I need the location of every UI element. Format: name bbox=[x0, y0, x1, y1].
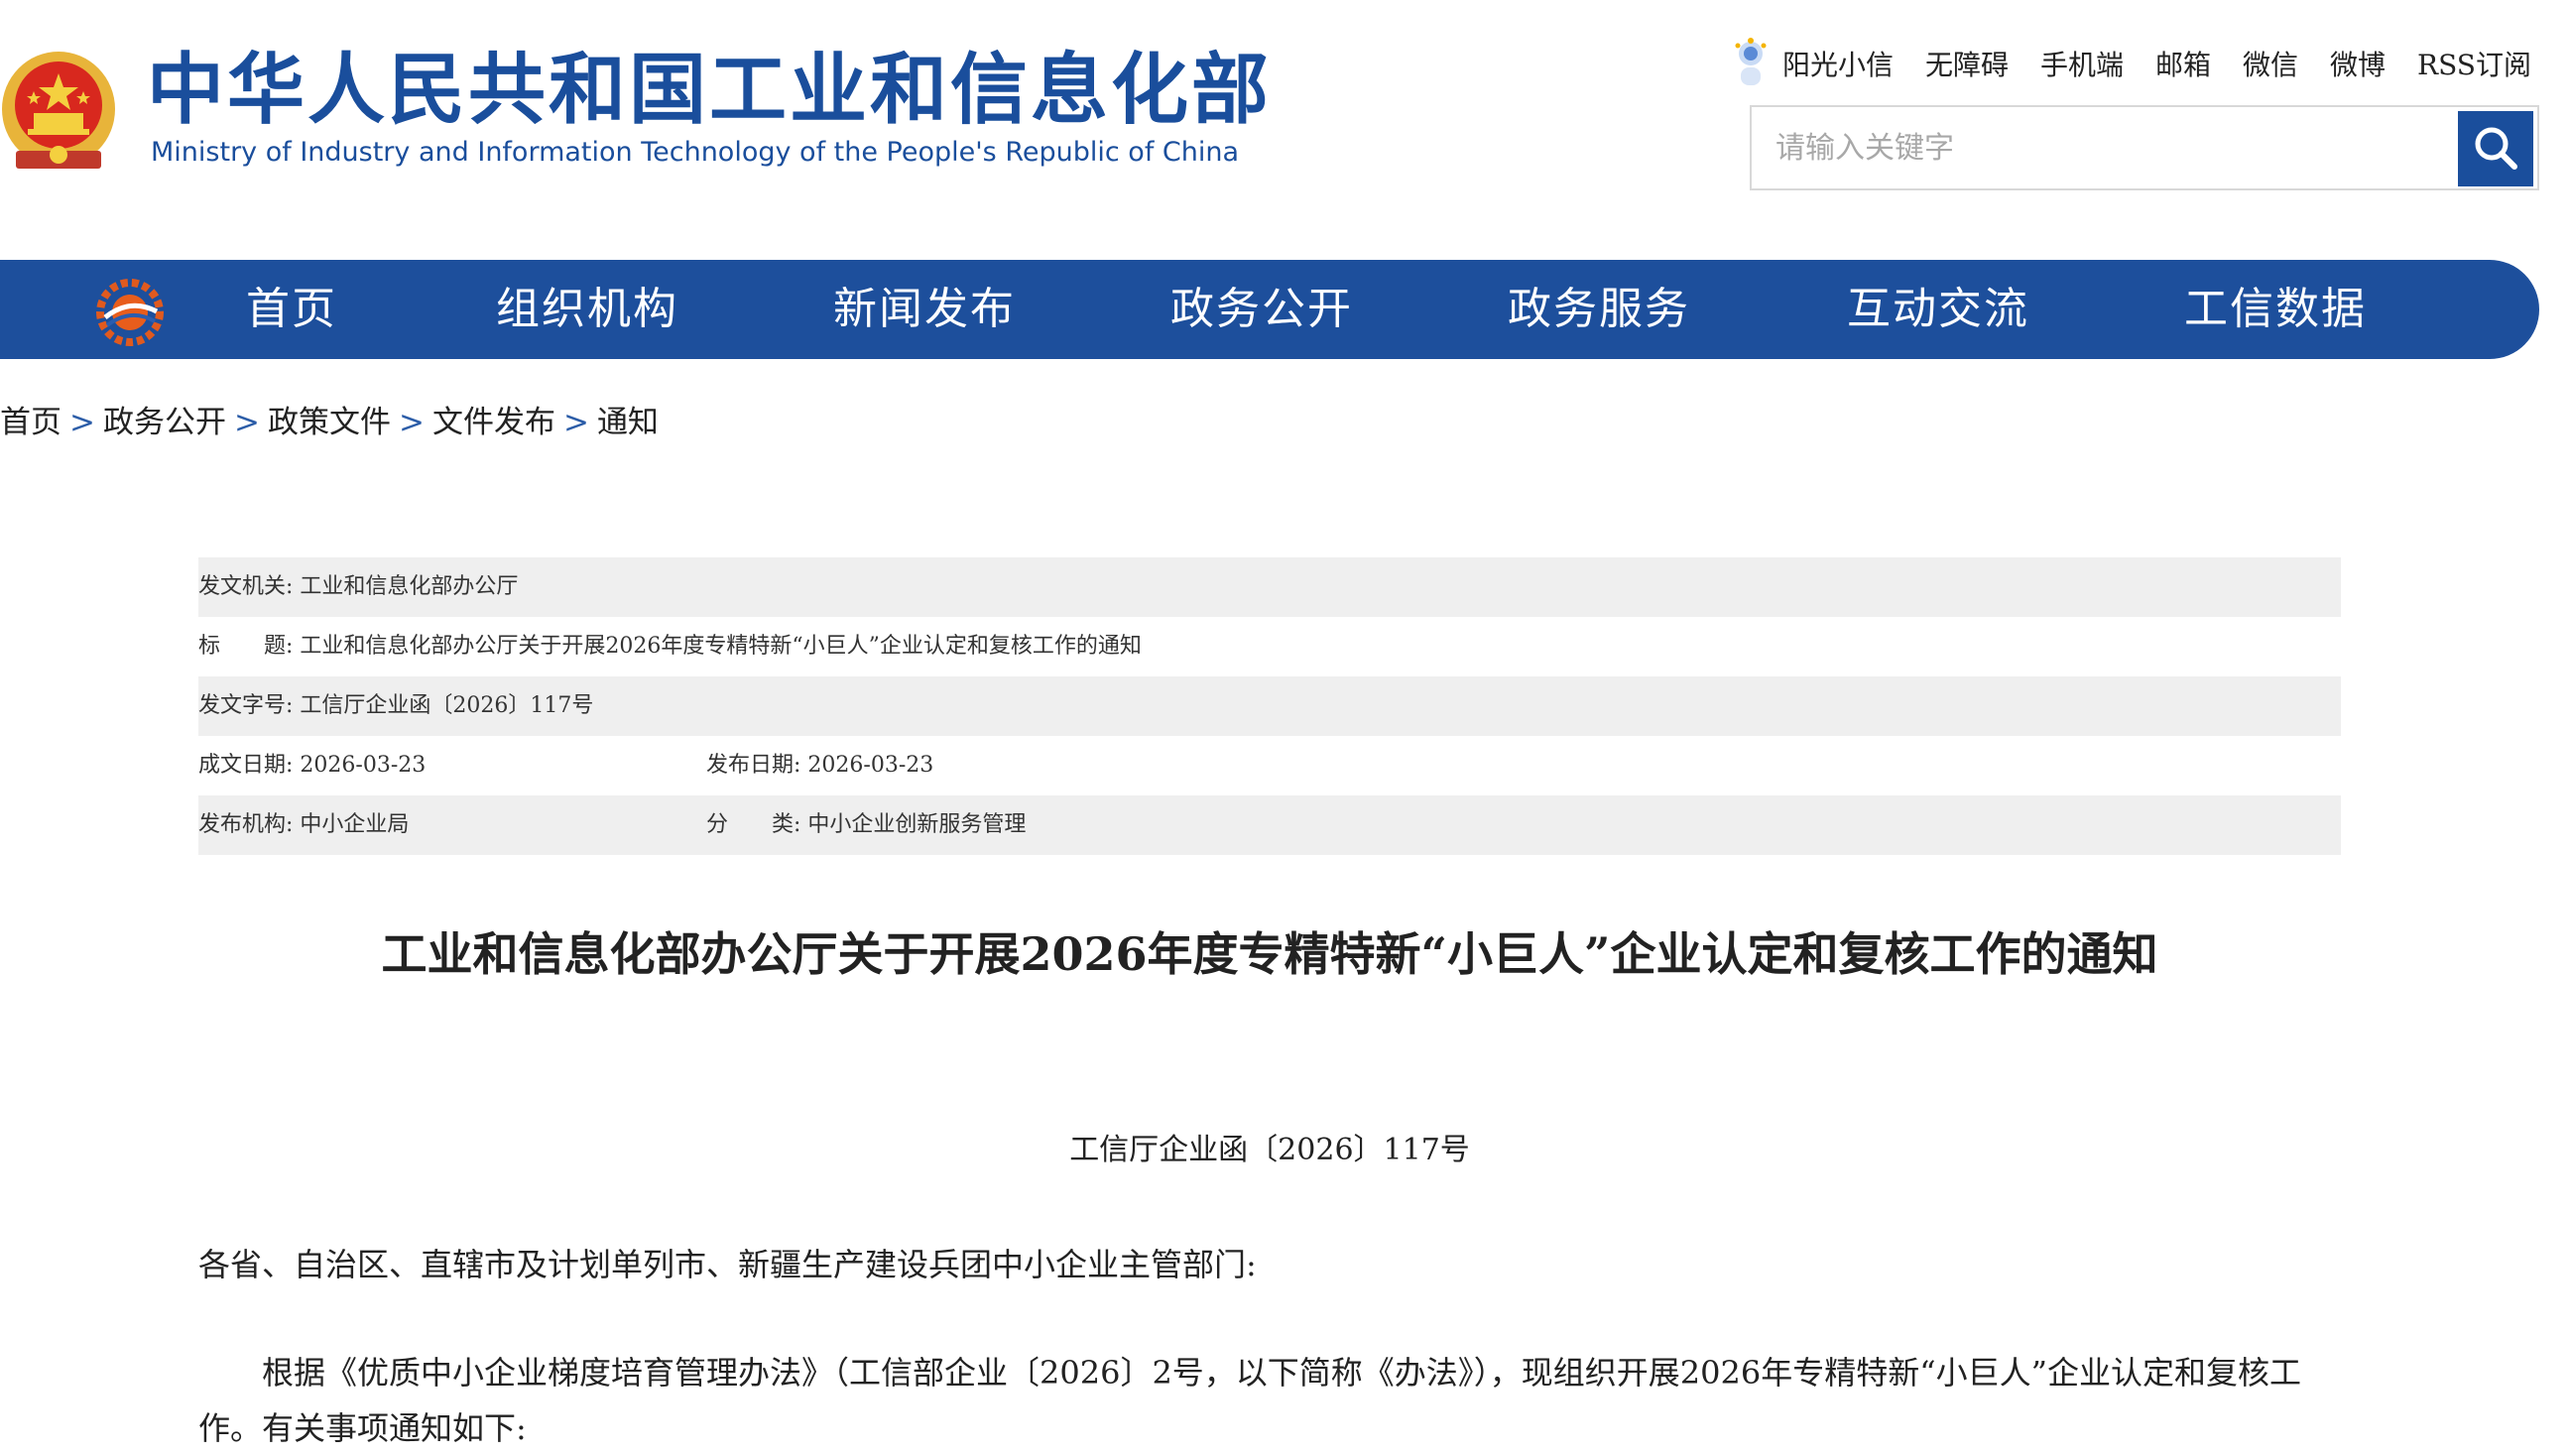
document-title: 工业和信息化部办公厅关于开展2026年度专精特新“小巨人”企业认定和复核工作的通… bbox=[381, 927, 2158, 981]
document-addressee: 各省、自治区、直辖市及计划单列市、新疆生产建设兵团中小企业主管部门: bbox=[198, 1246, 1257, 1283]
meta-agency-value: 中小企业局 bbox=[300, 812, 410, 837]
breadcrumb-separator: > bbox=[233, 405, 260, 440]
breadcrumb-separator: > bbox=[562, 405, 589, 440]
meta-issuer-label: 发文机关: bbox=[198, 574, 294, 599]
meta-published-value: 2026-03-23 bbox=[807, 753, 934, 778]
search-icon bbox=[2471, 123, 2520, 176]
miit-logo-icon[interactable] bbox=[95, 278, 165, 347]
breadcrumb-notice[interactable]: 通知 bbox=[597, 405, 659, 440]
meta-issuer-value: 工业和信息化部办公厅 bbox=[300, 574, 519, 599]
breadcrumb: 首页 > 政务公开 > 政策文件 > 文件发布 > 通知 bbox=[0, 397, 659, 441]
search-box bbox=[1750, 105, 2539, 190]
site-title-en: Ministry of Industry and Information Tec… bbox=[151, 137, 1240, 168]
meta-written-label: 成文日期: bbox=[198, 753, 294, 778]
meta-row-issuer: 发文机关: 工业和信息化部办公厅 bbox=[198, 557, 2341, 617]
meta-row-title: 标 题: 工业和信息化部办公厅关于开展2026年度专精特新“小巨人”企业认定和复… bbox=[198, 617, 2341, 676]
site-title-cn: 中华人民共和国工业和信息化部 bbox=[147, 46, 1273, 135]
top-link-sunshine[interactable]: 阳光小信 bbox=[1782, 44, 1894, 83]
nav-item-home[interactable]: 首页 bbox=[246, 260, 337, 359]
main-nav: 首页 组织机构 新闻发布 政务公开 政务服务 互动交流 工信数据 bbox=[0, 260, 2539, 359]
top-link-email[interactable]: 邮箱 bbox=[2155, 44, 2211, 83]
breadcrumb-policy-files[interactable]: 政策文件 bbox=[268, 405, 391, 440]
top-link-weibo[interactable]: 微博 bbox=[2330, 44, 2386, 83]
nav-item-interaction[interactable]: 互动交流 bbox=[1847, 260, 2029, 359]
top-links: 阳光小信 无障碍 手机端 邮箱 微信 微博 RSS订阅 bbox=[1731, 38, 2531, 89]
national-emblem-icon bbox=[0, 48, 117, 177]
meta-title-label: 标 题: bbox=[198, 634, 294, 659]
meta-title-value: 工业和信息化部办公厅关于开展2026年度专精特新“小巨人”企业认定和复核工作的通… bbox=[300, 634, 1142, 659]
nav-item-data[interactable]: 工信数据 bbox=[2184, 260, 2367, 359]
document-metadata: 发文机关: 工业和信息化部办公厅 标 题: 工业和信息化部办公厅关于开展2026… bbox=[198, 557, 2341, 855]
meta-category-label: 分 类: bbox=[706, 812, 801, 837]
breadcrumb-gov-affairs[interactable]: 政务公开 bbox=[103, 405, 226, 440]
breadcrumb-separator: > bbox=[69, 405, 95, 440]
top-link-mobile[interactable]: 手机端 bbox=[2040, 44, 2124, 83]
top-link-wechat[interactable]: 微信 bbox=[2243, 44, 2298, 83]
nav-item-organization[interactable]: 组织机构 bbox=[496, 260, 678, 359]
nav-item-gov-services[interactable]: 政务服务 bbox=[1508, 260, 1690, 359]
breadcrumb-file-release[interactable]: 文件发布 bbox=[432, 405, 555, 440]
search-input[interactable] bbox=[1752, 107, 2456, 188]
sunshine-mascot-icon[interactable] bbox=[1731, 38, 1771, 89]
nav-item-gov-affairs[interactable]: 政务公开 bbox=[1170, 260, 1353, 359]
meta-published-label: 发布日期: bbox=[706, 753, 801, 778]
meta-agency-label: 发布机构: bbox=[198, 812, 294, 837]
meta-written-value: 2026-03-23 bbox=[300, 753, 427, 778]
meta-doc-no-label: 发文字号: bbox=[198, 693, 294, 718]
top-link-accessibility[interactable]: 无障碍 bbox=[1925, 44, 2009, 83]
meta-category-value: 中小企业创新服务管理 bbox=[807, 812, 1027, 837]
top-link-rss[interactable]: RSS订阅 bbox=[2417, 44, 2531, 83]
breadcrumb-separator: > bbox=[398, 405, 425, 440]
meta-row-agency: 发布机构: 中小企业局 分 类: 中小企业创新服务管理 bbox=[198, 795, 2341, 855]
document-number: 工信厅企业函〔2026〕117号 bbox=[1069, 1133, 1470, 1167]
meta-doc-no-value: 工信厅企业函〔2026〕117号 bbox=[300, 693, 594, 718]
nav-item-news[interactable]: 新闻发布 bbox=[833, 260, 1016, 359]
breadcrumb-home[interactable]: 首页 bbox=[0, 405, 61, 440]
meta-row-dates: 成文日期: 2026-03-23 发布日期: 2026-03-23 bbox=[198, 736, 2341, 795]
meta-row-doc-no: 发文字号: 工信厅企业函〔2026〕117号 bbox=[198, 676, 2341, 736]
search-button[interactable] bbox=[2458, 111, 2533, 186]
document-paragraph: 根据《优质中小企业梯度培育管理办法》（工信部企业〔2026〕2号，以下简称《办法… bbox=[198, 1354, 2301, 1447]
